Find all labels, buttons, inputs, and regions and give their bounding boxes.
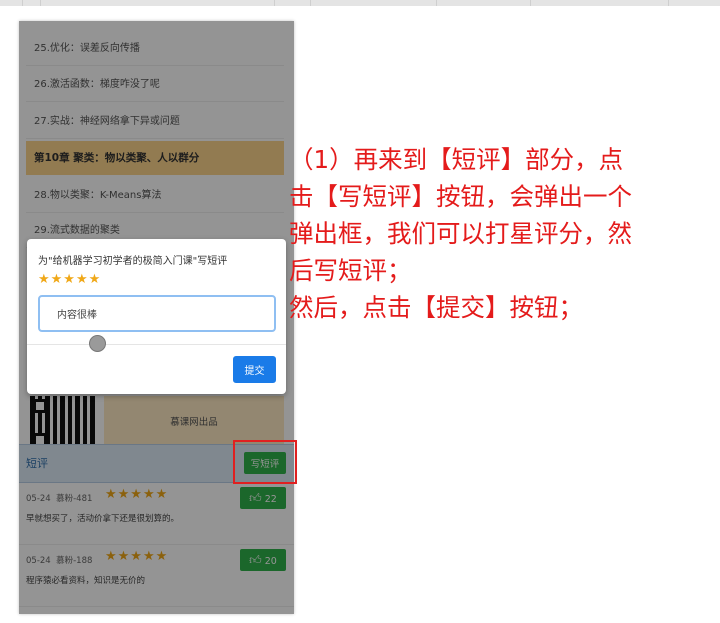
note-line: 弹出框，我们可以打星评分，然 bbox=[289, 219, 632, 248]
note-line: 击【写短评】按钮，会弹出一个 bbox=[289, 182, 632, 211]
note-line: （1）再来到【短评】部分，点 bbox=[289, 145, 624, 174]
note-line: 然后，点击【提交】按钮； bbox=[289, 293, 583, 322]
write-review-highlight bbox=[233, 440, 297, 484]
touch-cursor-icon bbox=[89, 335, 106, 352]
review-text-input[interactable] bbox=[38, 295, 276, 332]
browser-top-strip bbox=[0, 0, 720, 6]
dialog-divider bbox=[27, 344, 286, 345]
submit-button[interactable]: 提交 bbox=[233, 356, 276, 383]
instruction-note: （1）再来到【短评】部分，点 击【写短评】按钮，会弹出一个 弹出框，我们可以打星… bbox=[289, 141, 719, 326]
dialog-title: 为"给机器学习初学者的极简入门课"写短评 bbox=[38, 256, 228, 267]
rating-stars[interactable]: ★★★★★ bbox=[38, 272, 101, 287]
note-line: 后写短评； bbox=[289, 256, 412, 285]
mobile-screen: 25.优化：误差反向传播 26.激活函数：梯度咋没了呢 27.实战：神经网络拿下异或… bbox=[19, 21, 294, 614]
write-review-dialog: 为"给机器学习初学者的极简入门课"写短评 ★★★★★ 提交 bbox=[27, 239, 286, 394]
